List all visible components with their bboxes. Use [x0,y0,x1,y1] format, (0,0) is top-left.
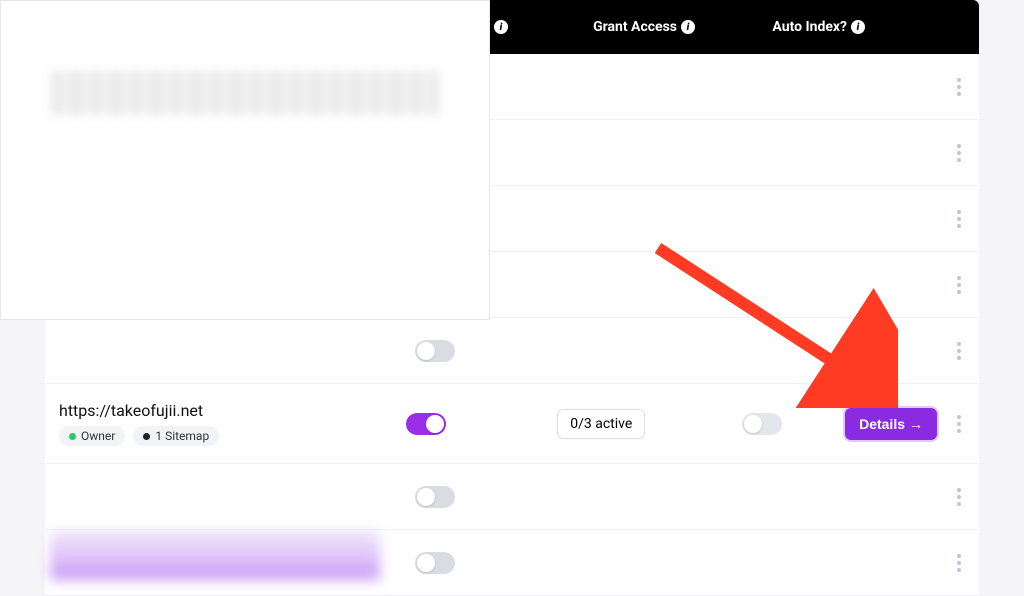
dot-icon [143,433,150,440]
auto-index-toggle[interactable] [742,413,782,435]
row-menu-button[interactable] [951,270,967,300]
enable-toggle[interactable] [415,486,455,508]
overlay-panel [0,0,490,320]
row-menu-button[interactable] [951,482,967,512]
header-grant-label: Grant Access [593,19,677,35]
sitemap-badge-label: 1 Sitemap [155,429,209,443]
row-menu-button[interactable] [951,72,967,102]
header-auto-index: Auto Index? i [695,19,865,35]
table-row [45,318,979,384]
enable-toggle[interactable] [415,552,455,574]
site-url: https://takeofujii.net [59,401,406,420]
table-row [45,464,979,530]
grant-access-pill[interactable]: 0/3 active [557,409,645,439]
row-menu-button[interactable] [951,336,967,366]
owner-badge: Owner [59,426,125,446]
row-menu-button[interactable] [951,204,967,234]
table-row: https://takeofujii.net Owner 1 Sitemap 0… [45,384,979,464]
details-button[interactable]: Details → [845,408,937,440]
owner-badge-label: Owner [81,429,115,443]
sitemap-badge: 1 Sitemap [133,426,219,446]
header-grant-access: Grant Access i [535,19,695,35]
info-icon[interactable]: i [494,20,508,34]
blurred-content [51,71,439,115]
row-menu-button[interactable] [951,548,967,578]
blurred-content [50,530,380,580]
header-auto-label: Auto Index? [772,19,847,35]
arrow-right-icon: → [909,416,923,432]
details-button-label: Details [859,416,905,432]
info-icon[interactable]: i [851,20,865,34]
info-icon[interactable]: i [681,20,695,34]
status-dot-icon [69,433,76,440]
enable-toggle[interactable] [406,413,446,435]
row-menu-button[interactable] [951,409,967,439]
enable-toggle[interactable] [415,340,455,362]
row-menu-button[interactable] [951,138,967,168]
